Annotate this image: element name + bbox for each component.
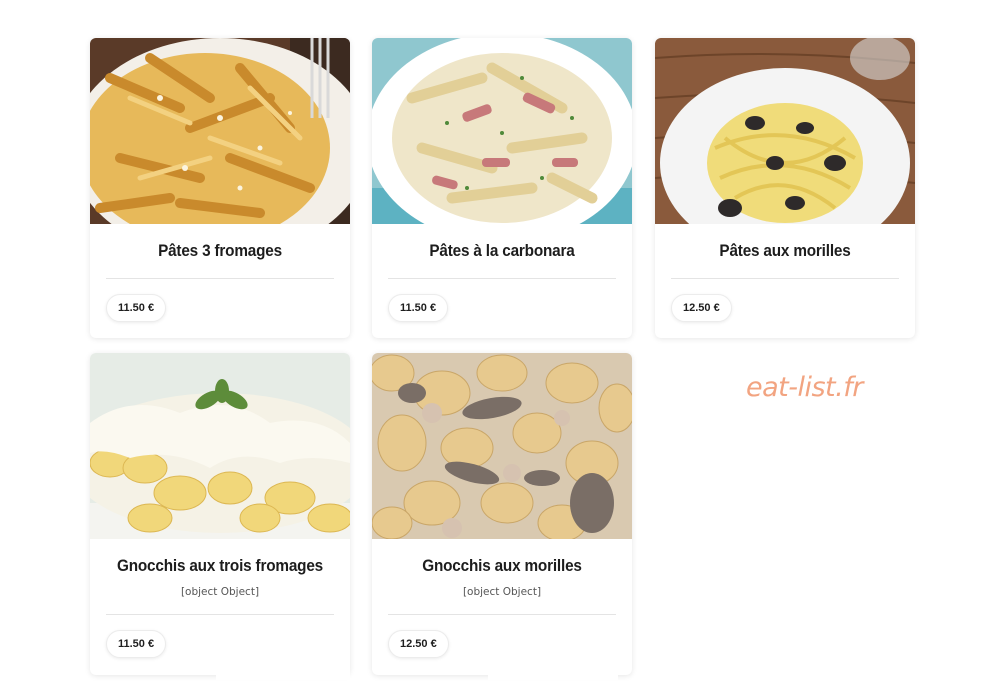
menu-item-title: Gnocchis aux trois fromages	[116, 556, 323, 575]
price-badge: 11.50 €	[388, 294, 449, 322]
penne-cheese-photo	[90, 38, 350, 224]
menu-item-title: Pâtes à la carbonara	[429, 241, 575, 260]
menu-item-description: [object Object]	[462, 586, 542, 598]
card-divider	[388, 278, 616, 279]
menu-item-description: [object Object]	[180, 586, 260, 598]
card-divider	[106, 278, 334, 279]
menu-item-card[interactable]: Pâtes à la carbonara 11.50 €	[372, 38, 632, 338]
gnocchi-cheese-photo	[90, 353, 350, 539]
overlay-patch	[216, 620, 350, 680]
tagliatelle-morels-photo	[655, 38, 915, 224]
menu-item-card[interactable]: Pâtes 3 fromages 11.50 €	[90, 38, 350, 338]
menu-item-title: Pâtes aux morilles	[719, 241, 851, 260]
card-divider	[671, 278, 899, 279]
price-badge: 11.50 €	[106, 630, 167, 658]
watermark-text: eat-list.fr	[746, 372, 863, 403]
menu-item-card[interactable]: Pâtes aux morilles 12.50 €	[655, 38, 915, 338]
menu-item-title: Gnocchis aux morilles	[422, 556, 582, 575]
price-badge: 11.50 €	[106, 294, 167, 322]
menu-item-title: Pâtes 3 fromages	[158, 241, 282, 260]
menu-page: Pâtes 3 fromages 11.50 € Pâtes à la carb…	[0, 0, 989, 685]
card-divider	[106, 614, 334, 615]
overlay-patch	[488, 620, 618, 680]
gnocchi-morels-photo	[372, 353, 632, 539]
price-badge: 12.50 €	[388, 630, 449, 658]
penne-carbonara-photo	[372, 38, 632, 224]
price-badge: 12.50 €	[671, 294, 732, 322]
card-divider	[388, 614, 616, 615]
